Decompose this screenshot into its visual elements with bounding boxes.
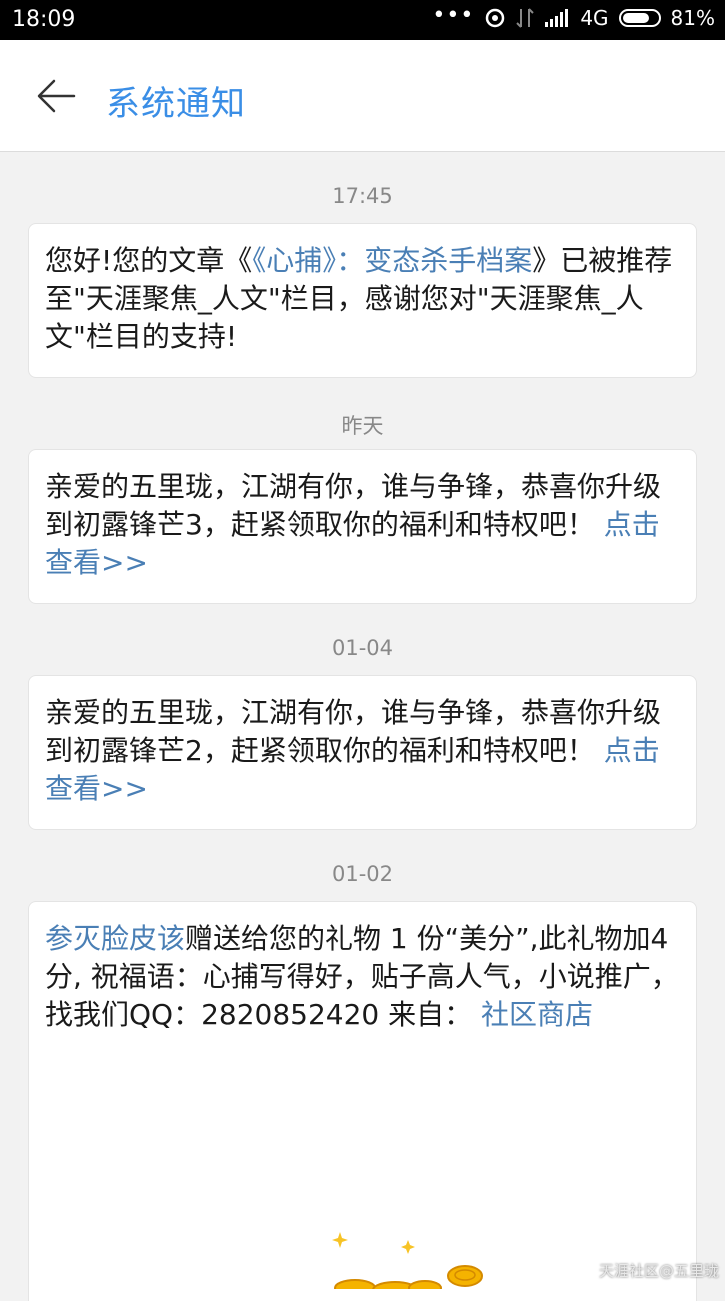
battery-level (623, 13, 650, 23)
status-icons: ••• 4G 81% (432, 6, 715, 30)
notification-card: 您好!您的文章《《心捕》：变态杀手档案》已被推荐至"天涯聚焦_人文"栏目，感谢您… (28, 223, 697, 378)
page-title: 系统通知 (106, 76, 246, 125)
data-transfer-icon (516, 7, 534, 29)
sender-link[interactable]: 参灭脸皮该 (45, 922, 185, 955)
app-bar: 系统通知 (0, 40, 725, 152)
gift-coins-image (300, 1228, 500, 1289)
status-bar: 18:09 ••• 4G 81% (0, 0, 725, 40)
message-timestamp: 17:45 (0, 184, 725, 208)
shop-link[interactable]: 社区商店 (481, 998, 593, 1031)
battery-percent: 81% (671, 6, 715, 30)
message-timestamp: 01-02 (0, 862, 725, 886)
article-link[interactable]: 《心捕》：变态杀手档案 (252, 244, 532, 277)
network-type: 4G (580, 6, 608, 30)
battery-icon (619, 9, 661, 27)
notification-card: 亲爱的五里珑，江湖有你，谁与争锋，恭喜你升级到初露锋芒2，赶紧领取你的福利和特权… (28, 675, 697, 830)
status-time: 18:09 (12, 7, 75, 32)
more-notifications-icon: ••• (432, 3, 474, 28)
message-timestamp: 昨天 (0, 410, 725, 440)
notification-card: 亲爱的五里珑，江湖有你，谁与争锋，恭喜你升级到初露锋芒3，赶紧领取你的福利和特权… (28, 449, 697, 604)
location-icon (484, 7, 506, 29)
message-text: 亲爱的五里珑，江湖有你，谁与争锋，恭喜你升级到初露锋芒3，赶紧领取你的福利和特权… (45, 470, 661, 541)
message-timestamp: 01-04 (0, 636, 725, 660)
message-text: 亲爱的五里珑，江湖有你，谁与争锋，恭喜你升级到初露锋芒2，赶紧领取你的福利和特权… (45, 696, 661, 767)
back-arrow-icon[interactable] (34, 76, 78, 116)
watermark: 天涯社区@五里珑 (599, 1260, 719, 1281)
message-text: 您好!您的文章《 (45, 244, 252, 277)
signal-icon (544, 8, 570, 28)
